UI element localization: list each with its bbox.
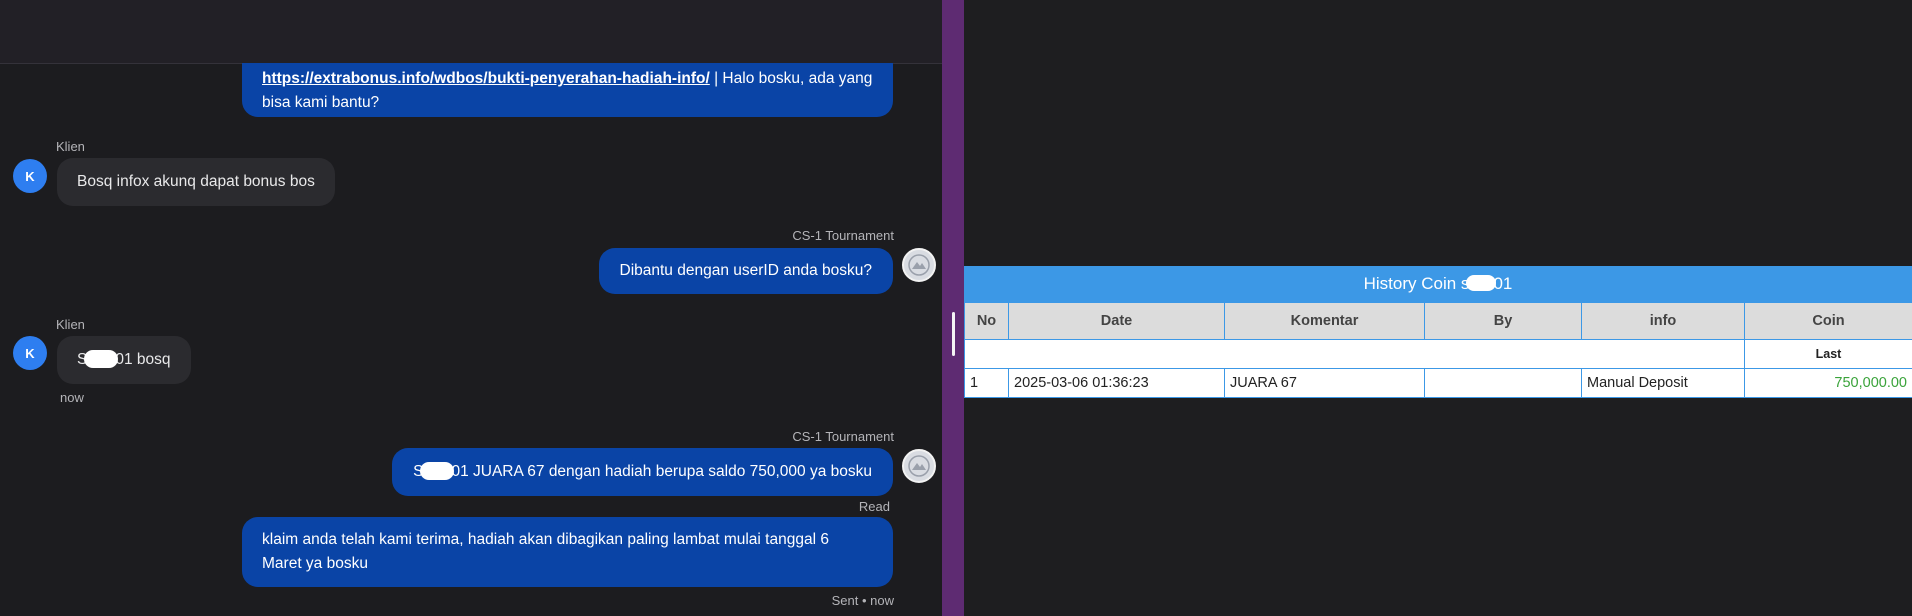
column-header-info: info — [1581, 302, 1745, 340]
agent-avatar — [902, 248, 936, 282]
message-text: Maret ya bosku — [262, 555, 368, 572]
column-header-coin: Coin — [1744, 302, 1912, 340]
client-avatar: K — [13, 336, 47, 370]
table-row: 1 2025-03-06 01:36:23 JUARA 67 Manual De… — [964, 368, 1912, 398]
agent-message-bubble: Dibantu dengan userID anda bosku? — [598, 248, 893, 294]
message-text: bisa kami bantu? — [262, 94, 380, 111]
history-title-text: 01 — [1493, 274, 1513, 293]
divider-drag-handle[interactable] — [952, 312, 955, 356]
redaction-mark — [84, 349, 119, 368]
message-text: Dibantu dengan userID anda bosku? — [619, 262, 873, 279]
redaction-mark — [420, 461, 455, 480]
table-cell — [964, 339, 1745, 369]
history-coin-table-panel: History Coin s 01 No Date Komentar By inf… — [964, 266, 1912, 398]
bonus-proof-link[interactable]: https://extrabonus.info/wdbos/bukti-peny… — [262, 70, 710, 87]
client-message-bubble: Bosq infox akunq dapat bonus bos — [57, 158, 335, 206]
column-header-date: Date — [1008, 302, 1225, 340]
history-table: No Date Komentar By info Coin Last 1 202… — [964, 302, 1912, 398]
agent-logo-icon — [908, 254, 930, 276]
agent-avatar — [902, 449, 936, 483]
cell-by — [1424, 368, 1582, 398]
read-status: Read — [858, 499, 890, 514]
client-avatar: K — [13, 159, 47, 193]
history-title-text: History Coin s — [1363, 274, 1470, 293]
last-row: Last — [964, 339, 1912, 369]
split-divider[interactable] — [942, 0, 964, 616]
redaction-mark — [1466, 275, 1497, 291]
cell-komentar: JUARA 67 — [1224, 368, 1425, 398]
agent-message-bubble: S 01 JUARA 67 dengan hadiah berupa saldo … — [392, 448, 893, 496]
sent-status: Sent • now — [831, 593, 894, 608]
message-text: 01 bosq — [115, 351, 171, 368]
message-timestamp: now — [60, 390, 84, 405]
chat-header-bar — [0, 0, 942, 64]
cell-date: 2025-03-06 01:36:23 — [1008, 368, 1225, 398]
message-text: Bosq infox akunq dapat bonus bos — [77, 173, 315, 190]
agent-logo-icon — [908, 455, 930, 477]
sender-label: Klien — [56, 139, 85, 154]
sender-label: Klien — [56, 317, 85, 332]
sender-label: CS-1 Tournament — [792, 429, 894, 444]
column-header-no: No — [964, 302, 1009, 340]
chat-panel: https://extrabonus.info/wdbos/bukti-peny… — [0, 0, 942, 616]
message-text: 01 JUARA 67 dengan hadiah berupa saldo 7… — [451, 463, 872, 480]
sender-label: CS-1 Tournament — [792, 228, 894, 243]
message-text: | Halo bosku, ada yang — [709, 70, 873, 87]
history-title: History Coin s 01 — [964, 266, 1912, 302]
last-label: Last — [1744, 339, 1912, 369]
agent-message-bubble: klaim anda telah kami terima, hadiah aka… — [242, 517, 893, 587]
column-header-by: By — [1424, 302, 1582, 340]
cell-info: Manual Deposit — [1581, 368, 1745, 398]
agent-message-bubble: https://extrabonus.info/wdbos/bukti-peny… — [242, 63, 893, 117]
table-header-row: No Date Komentar By info Coin — [964, 302, 1912, 340]
message-text: klaim anda telah kami terima, hadiah aka… — [262, 531, 829, 548]
client-message-bubble: S 01 bosq — [57, 336, 191, 384]
cell-no: 1 — [964, 368, 1009, 398]
cell-coin: 750,000.00 — [1744, 368, 1912, 398]
column-header-komentar: Komentar — [1224, 302, 1425, 340]
